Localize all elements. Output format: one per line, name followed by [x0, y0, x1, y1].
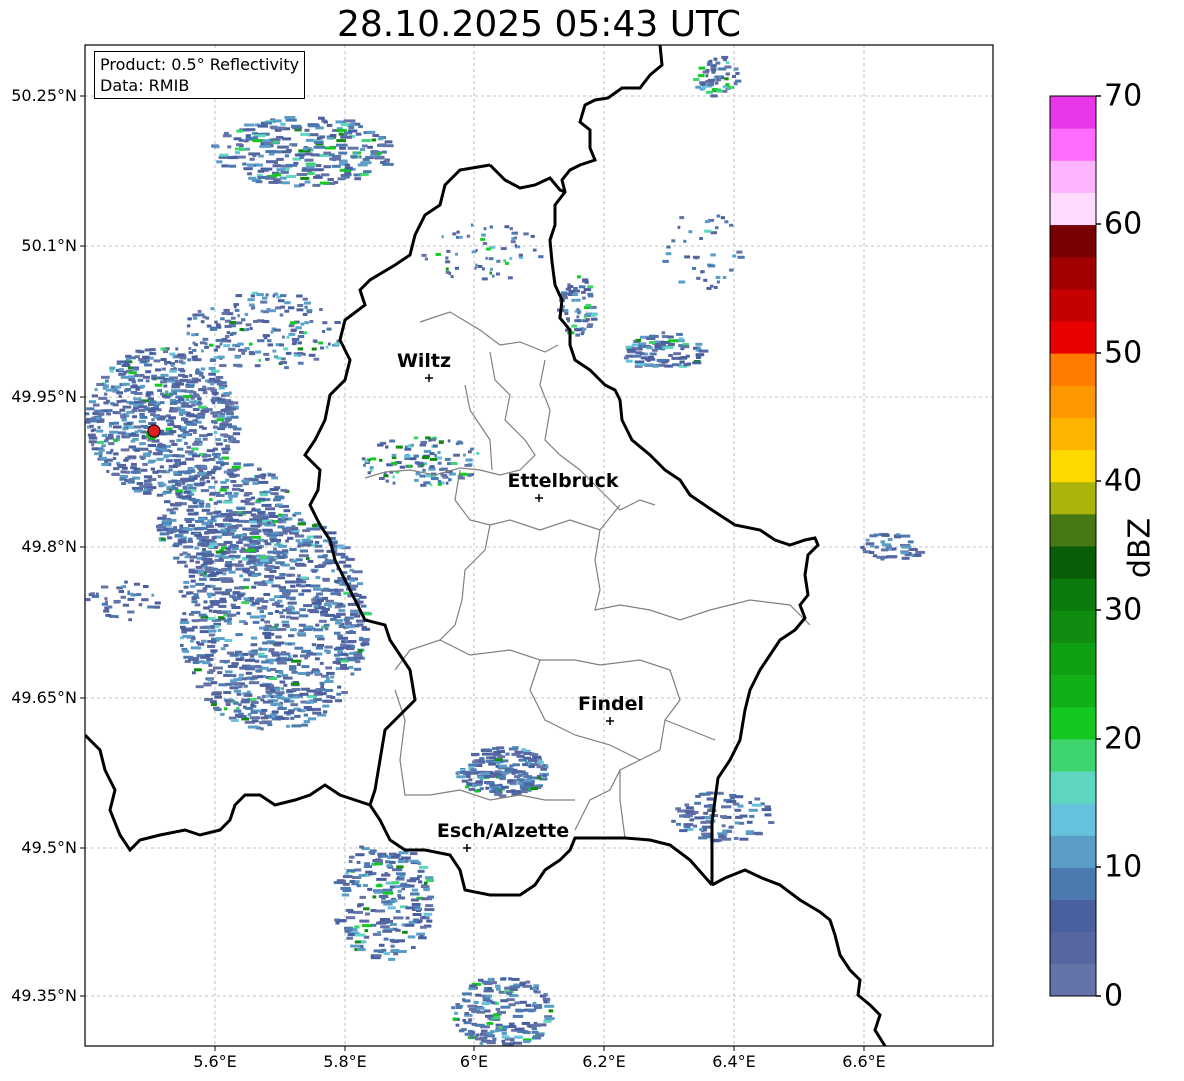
colorbar-segment [1050, 963, 1096, 997]
lat-tick-label: 49.8°N [21, 537, 77, 556]
lon-tick-label: 6°E [459, 1052, 489, 1071]
colorbar-segment [1050, 321, 1096, 354]
colorbar-segment [1050, 642, 1096, 676]
colorbar-segment [1050, 899, 1096, 933]
colorbar-segment [1050, 578, 1096, 611]
colorbar-segment [1050, 835, 1096, 868]
colorbar-segment [1050, 96, 1096, 129]
lon-tick-label: 6.2°E [582, 1052, 626, 1071]
colorbar-segment [1050, 192, 1096, 226]
lon-tick-label: 6.4°E [712, 1052, 756, 1071]
lat-tick-label: 50.1°N [21, 236, 77, 255]
colorbar-segment [1050, 931, 1096, 965]
colorbar-segment [1050, 513, 1096, 547]
colorbar-segment [1050, 706, 1096, 740]
lat-tick-label: 50.25°N [11, 86, 77, 105]
city-label-ettelbruck: Ettelbruck [507, 470, 619, 492]
colorbar-segment [1050, 867, 1096, 901]
colorbar-tick-label: 10 [1104, 849, 1143, 885]
colorbar-segment [1050, 738, 1096, 772]
lon-tick-label: 5.6°E [193, 1052, 237, 1071]
colorbar-segment [1050, 160, 1096, 193]
lat-tick-label: 49.5°N [21, 838, 77, 857]
colorbar-tick-label: 40 [1104, 463, 1143, 499]
lat-tick-label: 49.65°N [11, 688, 77, 707]
colorbar-segment [1050, 803, 1096, 836]
colorbar-tick-marks [1096, 95, 1101, 997]
colorbar-tick-label: 30 [1104, 592, 1143, 628]
colorbar-segment [1050, 385, 1096, 418]
colorbar-tick-label: 70 [1104, 78, 1143, 114]
city-label-wiltz: Wiltz [396, 350, 452, 372]
colorbar-segment [1050, 128, 1096, 161]
product-label: Product: 0.5° Reflectivity [100, 55, 300, 74]
colorbar-segment [1050, 449, 1096, 483]
city-label-esch-alzette: Esch/Alzette [436, 820, 570, 842]
colorbar-segment [1050, 610, 1096, 643]
city-label-findel: Findel [577, 693, 645, 715]
colorbar-segment [1050, 288, 1096, 322]
product-info-box: Product: 0.5° Reflectivity Data: RMIB [94, 51, 306, 99]
colorbar-segment [1050, 546, 1096, 579]
lat-tick-label: 49.95°N [11, 387, 77, 406]
lon-tick-label: 6.6°E [842, 1052, 886, 1071]
dbz-colorbar [1050, 96, 1096, 997]
colorbar-tick-label: 60 [1104, 206, 1143, 242]
data-source-label: Data: RMIB [100, 76, 190, 95]
colorbar-segment [1050, 481, 1096, 515]
colorbar-segment [1050, 224, 1096, 258]
radar-site-marker [147, 424, 161, 438]
colorbar-tick-label: 20 [1104, 721, 1143, 757]
colorbar-tick-label: 50 [1104, 335, 1143, 371]
colorbar-segment [1050, 353, 1096, 386]
radar-map [80, 44, 1101, 1051]
colorbar-segment [1050, 256, 1096, 290]
colorbar-segment [1050, 771, 1096, 804]
colorbar-label: dBZ [1122, 517, 1158, 579]
lat-tick-label: 49.35°N [11, 986, 77, 1005]
lon-tick-label: 5.8°E [323, 1052, 367, 1071]
colorbar-segment [1050, 674, 1096, 708]
colorbar-segment [1050, 417, 1096, 451]
colorbar-tick-label: 0 [1104, 978, 1124, 1014]
